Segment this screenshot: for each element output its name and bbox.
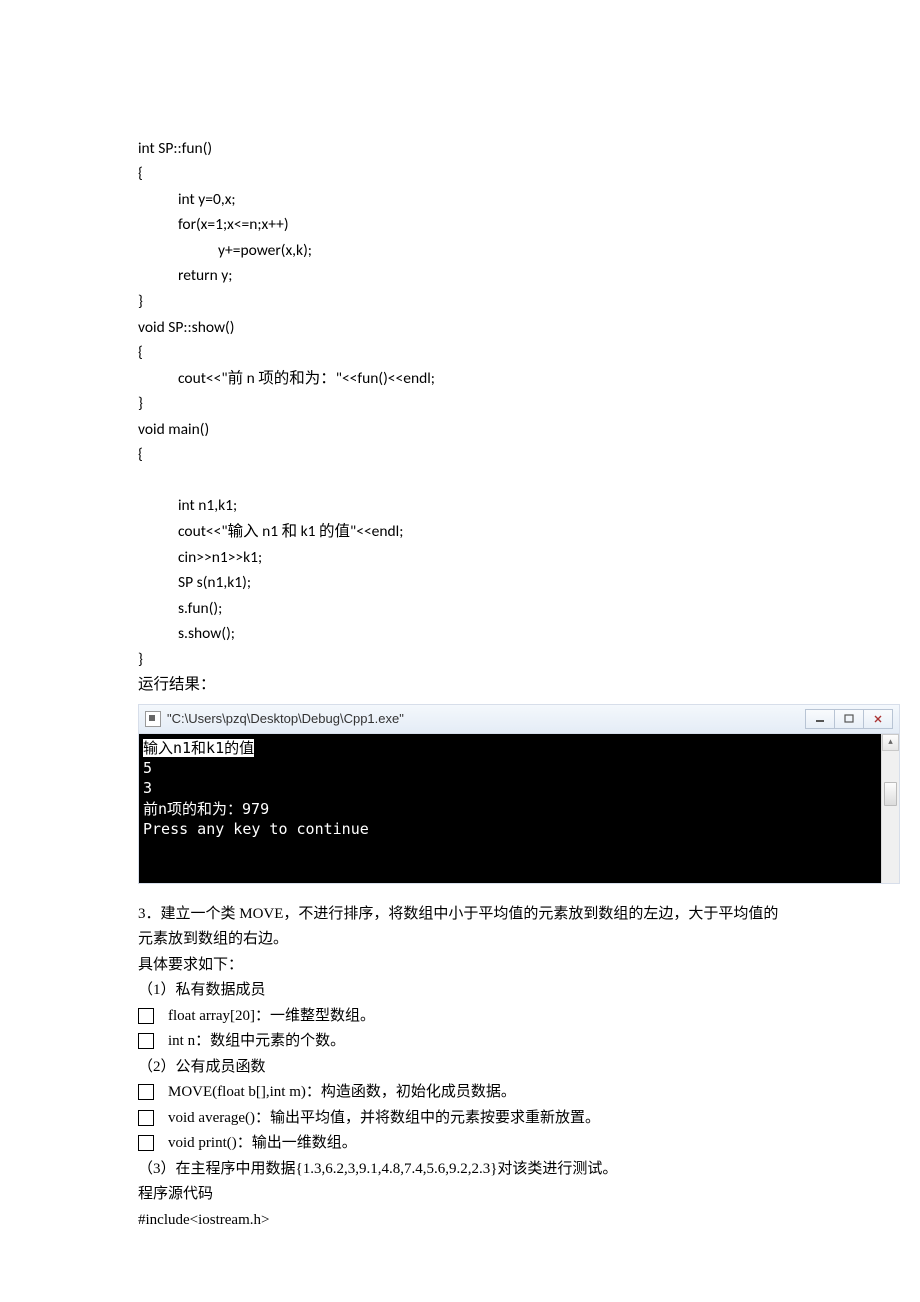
problem-text: 具体要求如下： [138, 953, 790, 979]
code-line: cin>>n1>>k1; [138, 545, 790, 571]
app-icon [145, 711, 161, 727]
console-line: 输入n1和k1的值 [143, 739, 254, 757]
close-button[interactable] [864, 709, 893, 729]
list-item: int n：数组中元素的个数。 [138, 1029, 790, 1055]
list-item-text: float array[20]：一维整型数组。 [168, 1004, 790, 1030]
console-line: 3 [143, 779, 152, 797]
code-block: int SP::fun() { int y=0,x;for(x=1;x<=n;x… [138, 110, 790, 672]
bullet-box-icon [138, 1110, 154, 1126]
console-title: "C:\Users\pzq\Desktop\Debug\Cpp1.exe" [167, 708, 404, 729]
console-line: Press any key to continue [143, 820, 369, 838]
code-line: } [138, 394, 143, 413]
console-window: "C:\Users\pzq\Desktop\Debug\Cpp1.exe" 输入… [138, 704, 900, 884]
bullet-box-icon [138, 1033, 154, 1049]
code-line: int n1,k1; [138, 493, 790, 519]
list-item: float array[20]：一维整型数组。 [138, 1004, 790, 1030]
problem-text: 程序源代码 [138, 1182, 790, 1208]
list-item: void average()：输出平均值，并将数组中的元素按要求重新放置。 [138, 1106, 790, 1132]
scroll-thumb[interactable] [884, 782, 897, 806]
code-line: y+=power(x,k); [138, 238, 790, 264]
bullet-box-icon [138, 1084, 154, 1100]
list-item: void print()：输出一维数组。 [138, 1131, 790, 1157]
minimize-button[interactable] [805, 709, 835, 729]
window-controls [805, 709, 893, 729]
code-line: s.fun(); [138, 596, 790, 622]
problem-text: 3．建立一个类 MOVE，不进行排序，将数组中小于平均值的元素放到数组的左边，大… [138, 902, 790, 953]
document-page: int SP::fun() { int y=0,x;for(x=1;x<=n;x… [0, 0, 920, 1293]
code-line: { [138, 445, 143, 464]
scrollbar[interactable]: ▴ [881, 734, 899, 883]
problem-statement: 3．建立一个类 MOVE，不进行排序，将数组中小于平均值的元素放到数组的左边，大… [138, 902, 790, 1234]
result-label: 运行结果： [138, 672, 790, 698]
code-line: } [138, 292, 143, 311]
bullet-box-icon [138, 1008, 154, 1024]
code-line: { [138, 343, 143, 362]
maximize-icon [844, 714, 854, 724]
maximize-button[interactable] [835, 709, 864, 729]
problem-text: （1）私有数据成员 [138, 978, 790, 1004]
code-line: } [138, 650, 143, 669]
list-item-text: void print()：输出一维数组。 [168, 1131, 790, 1157]
list-item-text: int n：数组中元素的个数。 [168, 1029, 790, 1055]
list-item: MOVE(float b[],int m)：构造函数，初始化成员数据。 [138, 1080, 790, 1106]
code-line: return y; [138, 263, 790, 289]
list-item-text: MOVE(float b[],int m)：构造函数，初始化成员数据。 [168, 1080, 790, 1106]
code-line: int SP::fun() [138, 139, 212, 158]
list-item-text: void average()：输出平均值，并将数组中的元素按要求重新放置。 [168, 1106, 790, 1132]
code-line: SP s(n1,k1); [138, 570, 790, 596]
problem-text: #include<iostream.h> [138, 1208, 790, 1234]
code-line: cout<<"前 n 项的和为："<<fun()<<endl; [138, 366, 790, 392]
code-line: int y=0,x; [138, 187, 790, 213]
console-output: 输入n1和k1的值 5 3 前n项的和为：979 Press any key t… [139, 734, 899, 883]
code-line: for(x=1;x<=n;x++) [138, 212, 790, 238]
problem-text: （3）在主程序中用数据{1.3,6.2,3,9.1,4.8,7.4,5.6,9.… [138, 1157, 790, 1183]
code-line: void main() [138, 420, 209, 439]
minimize-icon [815, 714, 825, 724]
console-titlebar[interactable]: "C:\Users\pzq\Desktop\Debug\Cpp1.exe" [139, 705, 899, 734]
close-icon [873, 714, 883, 724]
code-line: s.show(); [138, 621, 790, 647]
console-line: 5 [143, 759, 152, 777]
console-line: 前n项的和为：979 [143, 800, 269, 818]
code-line: { [138, 164, 143, 183]
scroll-up-icon[interactable]: ▴ [882, 734, 899, 751]
problem-text: （2）公有成员函数 [138, 1055, 790, 1081]
bullet-box-icon [138, 1135, 154, 1151]
code-line: cout<<"输入 n1 和 k1 的值"<<endl; [138, 519, 790, 545]
code-line: void SP::show() [138, 318, 234, 337]
